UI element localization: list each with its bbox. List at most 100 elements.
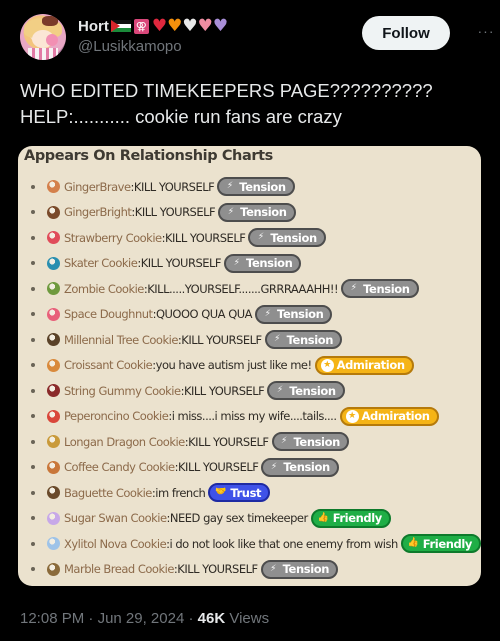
lightning-icon: ⚡ [270, 461, 277, 472]
relationship-row: GingerBrave: KILL YOURSELF ⚡ Tension [18, 174, 481, 200]
relationship-badge-admiration: ★ Admiration [339, 406, 439, 426]
cookie-portrait-icon [47, 435, 60, 449]
cookie-name-link[interactable]: String Gummy Cookie [64, 384, 181, 398]
cookie-portrait-icon [47, 562, 60, 576]
relationship-badge-friendly: 👍 Friendly [310, 508, 391, 528]
bullet [31, 465, 35, 470]
cookie-name-link[interactable]: Xylitol Nova Cookie [64, 537, 167, 551]
handshake-icon: 🤝 [215, 487, 227, 498]
tweet-time[interactable]: 12:08 PM [20, 610, 84, 627]
relationship-quote: KILL YOURSELF [134, 205, 216, 220]
bullet [31, 516, 35, 521]
avatar-dress [28, 48, 58, 60]
avatar[interactable] [20, 14, 66, 60]
cookie-name-link[interactable]: Baguette Cookie [64, 486, 152, 500]
views-label: Views [225, 610, 270, 627]
heart-emojis: ♥ ♥ ♥ ♥ ♥ [152, 17, 228, 35]
cookie-portrait-icon [47, 180, 60, 194]
cookie-name-link[interactable]: Zombie Cookie [64, 282, 144, 296]
cookie-portrait-icon [47, 282, 60, 296]
badge-label: Tension [283, 460, 330, 475]
badge-label: Friendly [332, 511, 383, 526]
avatar-bow [42, 16, 58, 26]
relationship-badge-tension: ⚡ Tension [261, 457, 339, 477]
cookie-name-link[interactable]: Strawberry Cookie [64, 231, 162, 245]
bullet [31, 490, 35, 495]
badge-label: Tension [270, 230, 317, 245]
relationship-badge-tension: ⚡ Tension [218, 202, 296, 222]
cookie-name-link[interactable]: Skater Cookie [64, 256, 138, 270]
attached-image-relationship-chart[interactable]: Appears On Relationship Charts GingerBra… [18, 146, 481, 586]
heart-icon: ♥ [151, 16, 168, 36]
badge-label: Tension [246, 256, 293, 271]
cookie-name-link[interactable]: GingerBright [64, 205, 132, 219]
bullet [31, 414, 35, 419]
heart-icon: ♥ [212, 16, 229, 36]
relationship-badge-admiration: ★ Admiration [314, 355, 414, 375]
avatar-hand [46, 34, 58, 46]
cookie-portrait-icon [47, 409, 60, 423]
display-name-row[interactable]: Hort ⚢ ♥ ♥ ♥ ♥ ♥ [78, 16, 228, 36]
badge-label: Tension [363, 281, 410, 296]
relationship-row: Space Doughnut: QUOOO QUA QUA ⚡ Tension [18, 302, 481, 328]
tweet-line-2: HELP:........... cookie run fans are cra… [20, 106, 342, 127]
cookie-name-link[interactable]: Peperoncino Cookie [64, 409, 169, 423]
badge-label: Tension [286, 332, 334, 347]
user-handle[interactable]: @Lusikkamopo [78, 38, 182, 55]
relationship-quote: KILL YOURSELF [178, 460, 259, 475]
bullet [31, 286, 35, 291]
heart-icon: ♥ [182, 16, 198, 36]
tweet-header: Hort ⚢ ♥ ♥ ♥ ♥ ♥ @Lusikkamopo Follow ··· [20, 14, 494, 60]
relationship-badge-tension: ⚡ Tension [264, 330, 343, 350]
heart-icon: ♥ [197, 16, 213, 36]
relationship-badge-tension: ⚡ Tension [255, 304, 333, 324]
relationship-quote: KILL YOURSELF [188, 434, 269, 449]
relationship-badge-tension: ⚡ Tension [267, 381, 345, 401]
cookie-portrait-icon [47, 486, 60, 500]
tweet-date[interactable]: Jun 29, 2024 [98, 610, 185, 627]
cookie-name-link[interactable]: Space Doughnut [64, 307, 153, 321]
lightning-icon: ⚡ [227, 206, 234, 217]
palestine-flag-icon [110, 19, 131, 33]
badge-label: Tension [289, 383, 336, 398]
cookie-name-link[interactable]: Croissant Cookie [64, 358, 153, 372]
cookie-name-link[interactable]: Coffee Candy Cookie [64, 460, 175, 474]
more-options-icon[interactable]: ··· [476, 24, 496, 38]
bullet [31, 567, 35, 572]
cookie-name-link[interactable]: Millennial Tree Cookie [64, 333, 178, 347]
cookie-portrait-icon [47, 333, 60, 347]
separator: · [184, 610, 198, 627]
cookie-name-link[interactable]: Longan Dragon Cookie [64, 435, 185, 449]
relationship-badge-tension: ⚡ Tension [341, 279, 419, 299]
badge-label: Tension [239, 179, 286, 194]
cookie-name-link[interactable]: GingerBrave [64, 180, 131, 194]
relationship-quote: QUOOO QUA QUA [155, 307, 253, 322]
lightning-icon: ⚡ [270, 563, 277, 574]
star-icon: ★ [320, 358, 334, 372]
badge-label: Friendly [422, 536, 473, 551]
cookie-portrait-icon [47, 511, 60, 525]
relationship-badge-tension: ⚡ Tension [217, 177, 295, 197]
relationship-row: Croissant Cookie: you have autism just l… [18, 353, 481, 379]
cookie-portrait-icon [47, 384, 60, 398]
tweet-text: WHO EDITED TIMEKEEPERS PAGE?????????? HE… [20, 78, 480, 130]
lightning-icon: ⚡ [257, 232, 264, 243]
tweet-meta: 12:08 PM · Jun 29, 2024 · 46K Views [20, 610, 269, 627]
relationship-row: Longan Dragon Cookie: KILL YOURSELF ⚡ Tens… [18, 429, 481, 455]
cookie-name-link[interactable]: Marble Bread Cookie [64, 562, 174, 576]
cookie-portrait-icon [47, 307, 60, 321]
relationship-quote: KILL YOURSELF [181, 332, 262, 347]
badge-label: Tension [293, 434, 341, 449]
bullet [31, 235, 35, 240]
relationship-row: Coffee Candy Cookie: KILL YOURSELF ⚡ Tensi… [18, 455, 481, 481]
cookie-portrait-icon [47, 205, 60, 219]
thumbs-up-icon: 👍 [317, 512, 329, 523]
bullet [31, 312, 35, 317]
relationship-badge-tension: ⚡ Tension [224, 253, 302, 273]
relationship-list: GingerBrave: KILL YOURSELF ⚡ Tension Ginger… [18, 174, 481, 582]
display-name[interactable]: Hort [78, 18, 109, 35]
lightning-icon: ⚡ [233, 257, 240, 268]
follow-button[interactable]: Follow [362, 16, 450, 50]
relationship-quote: i miss....i miss my wife....tails.... [171, 409, 337, 424]
cookie-name-link[interactable]: Sugar Swan Cookie [64, 511, 167, 525]
